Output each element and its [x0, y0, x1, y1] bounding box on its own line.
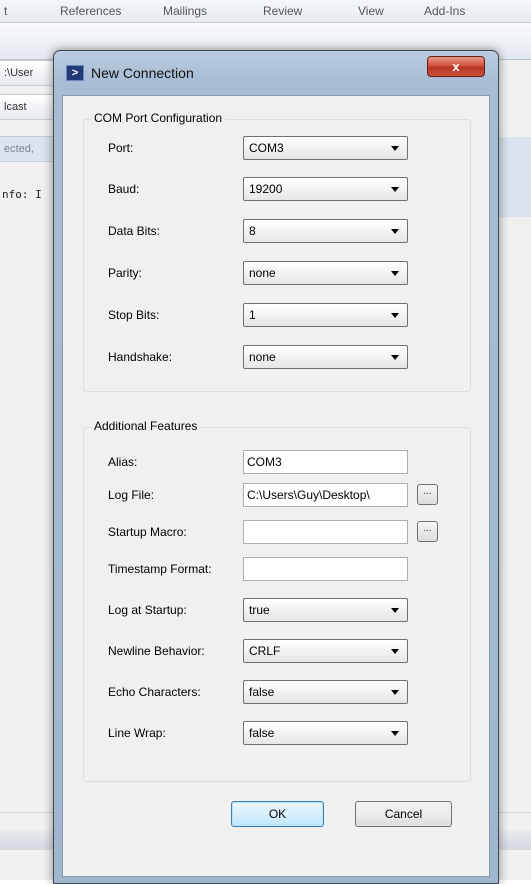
- echo-characters-value: false: [249, 685, 275, 699]
- dialog-client-area: COM Port Configuration Port: COM3 Baud: …: [62, 95, 490, 877]
- ribbon-tab-view[interactable]: View: [358, 4, 384, 18]
- log-at-startup-dropdown[interactable]: true: [243, 598, 408, 622]
- parity-row: Parity: none: [84, 261, 470, 287]
- startup-macro-label: Startup Macro:: [108, 525, 187, 539]
- background-right-panel: [499, 60, 531, 820]
- ribbon-tab-review[interactable]: Review: [263, 4, 302, 18]
- ribbon-tab-partial[interactable]: t: [4, 4, 7, 18]
- newline-behavior-value: CRLF: [249, 644, 281, 658]
- baud-label: Baud:: [108, 182, 140, 196]
- dialog-titlebar[interactable]: > New Connection x: [54, 51, 498, 95]
- data-bits-value: 8: [249, 224, 256, 238]
- port-row: Port: COM3: [84, 136, 470, 162]
- log-file-input[interactable]: C:\Users\Guy\Desktop\: [243, 483, 408, 507]
- port-dropdown[interactable]: COM3: [243, 136, 408, 160]
- background-status-text: ected,: [0, 136, 60, 162]
- data-bits-row: Data Bits: 8: [84, 219, 470, 245]
- echo-characters-dropdown[interactable]: false: [243, 680, 408, 704]
- chevron-down-icon: [391, 690, 399, 695]
- newline-behavior-label: Newline Behavior:: [108, 644, 205, 658]
- ribbon-tab-add-ins[interactable]: Add-Ins: [424, 4, 465, 18]
- line-wrap-dropdown[interactable]: false: [243, 721, 408, 745]
- alias-row: Alias: COM3: [84, 450, 470, 476]
- stop-bits-row: Stop Bits: 1: [84, 303, 470, 329]
- handshake-value: none: [249, 350, 276, 364]
- com-port-group-title: COM Port Configuration: [91, 111, 226, 125]
- startup-macro-browse-button[interactable]: ...: [417, 521, 438, 542]
- handshake-dropdown[interactable]: none: [243, 345, 408, 369]
- data-bits-dropdown[interactable]: 8: [243, 219, 408, 243]
- alias-input[interactable]: COM3: [243, 450, 408, 474]
- background-console-text: nfo: I: [2, 188, 42, 201]
- additional-features-group-title: Additional Features: [91, 419, 201, 433]
- com-port-group: COM Port Configuration Port: COM3 Baud: …: [83, 111, 471, 392]
- chevron-down-icon: [391, 355, 399, 360]
- ribbon-tab-mailings[interactable]: Mailings: [163, 4, 207, 18]
- line-wrap-label: Line Wrap:: [108, 726, 166, 740]
- log-file-row: Log File: C:\Users\Guy\Desktop\ ...: [84, 483, 470, 509]
- log-file-value: C:\Users\Guy\Desktop\: [247, 488, 370, 502]
- chevron-down-icon: [391, 608, 399, 613]
- stop-bits-value: 1: [249, 308, 256, 322]
- background-status-band: [499, 137, 531, 217]
- echo-characters-row: Echo Characters: false: [84, 680, 470, 706]
- echo-characters-label: Echo Characters:: [108, 685, 201, 699]
- data-bits-label: Data Bits:: [108, 224, 161, 238]
- chevron-down-icon: [391, 187, 399, 192]
- port-label: Port:: [108, 141, 134, 155]
- log-at-startup-label: Log at Startup:: [108, 603, 187, 617]
- cancel-button[interactable]: Cancel: [355, 801, 452, 827]
- baud-value: 19200: [249, 182, 283, 196]
- close-button[interactable]: x: [427, 56, 485, 77]
- timestamp-format-row: Timestamp Format:: [84, 557, 470, 583]
- parity-dropdown[interactable]: none: [243, 261, 408, 285]
- stop-bits-dropdown[interactable]: 1: [243, 303, 408, 327]
- chevron-down-icon: [391, 271, 399, 276]
- startup-macro-row: Startup Macro: ...: [84, 520, 470, 546]
- handshake-row: Handshake: none: [84, 345, 470, 371]
- log-at-startup-row: Log at Startup: true: [84, 598, 470, 624]
- additional-features-group: Additional Features Alias: COM3 Log File…: [83, 419, 471, 782]
- ok-button[interactable]: OK: [231, 801, 324, 827]
- baud-dropdown[interactable]: 19200: [243, 177, 408, 201]
- log-file-browse-button[interactable]: ...: [417, 484, 438, 505]
- ribbon-tab-references[interactable]: References: [60, 4, 121, 18]
- parity-label: Parity:: [108, 266, 143, 280]
- baud-row: Baud: 19200: [84, 177, 470, 203]
- chevron-down-icon: [391, 146, 399, 151]
- newline-behavior-row: Newline Behavior: CRLF: [84, 639, 470, 665]
- chevron-down-icon: [391, 229, 399, 234]
- chevron-down-icon: [391, 313, 399, 318]
- background-path-tab[interactable]: :\User: [0, 60, 60, 86]
- new-connection-dialog: > New Connection x COM Port Configuratio…: [53, 50, 499, 884]
- background-left-panel: :\User lcast ected, nfo: I: [0, 60, 60, 820]
- startup-macro-input[interactable]: [243, 520, 408, 544]
- stop-bits-label: Stop Bits:: [108, 308, 160, 322]
- ribbon-tab-bar: t References Mailings Review View Add-In…: [0, 0, 531, 23]
- parity-value: none: [249, 266, 276, 280]
- dialog-title: New Connection: [91, 65, 194, 81]
- background-session-tab[interactable]: lcast: [0, 94, 60, 120]
- handshake-label: Handshake:: [108, 350, 173, 364]
- newline-behavior-dropdown[interactable]: CRLF: [243, 639, 408, 663]
- log-file-label: Log File:: [108, 488, 155, 502]
- terminal-app-icon: >: [66, 65, 84, 81]
- alias-label: Alias:: [108, 455, 138, 469]
- timestamp-format-input[interactable]: [243, 557, 408, 581]
- log-at-startup-value: true: [249, 603, 270, 617]
- line-wrap-row: Line Wrap: false: [84, 721, 470, 747]
- line-wrap-value: false: [249, 726, 275, 740]
- chevron-down-icon: [391, 731, 399, 736]
- timestamp-format-label: Timestamp Format:: [108, 562, 212, 576]
- chevron-down-icon: [391, 649, 399, 654]
- close-icon: x: [452, 59, 460, 74]
- port-value: COM3: [249, 141, 284, 155]
- alias-value: COM3: [247, 455, 282, 469]
